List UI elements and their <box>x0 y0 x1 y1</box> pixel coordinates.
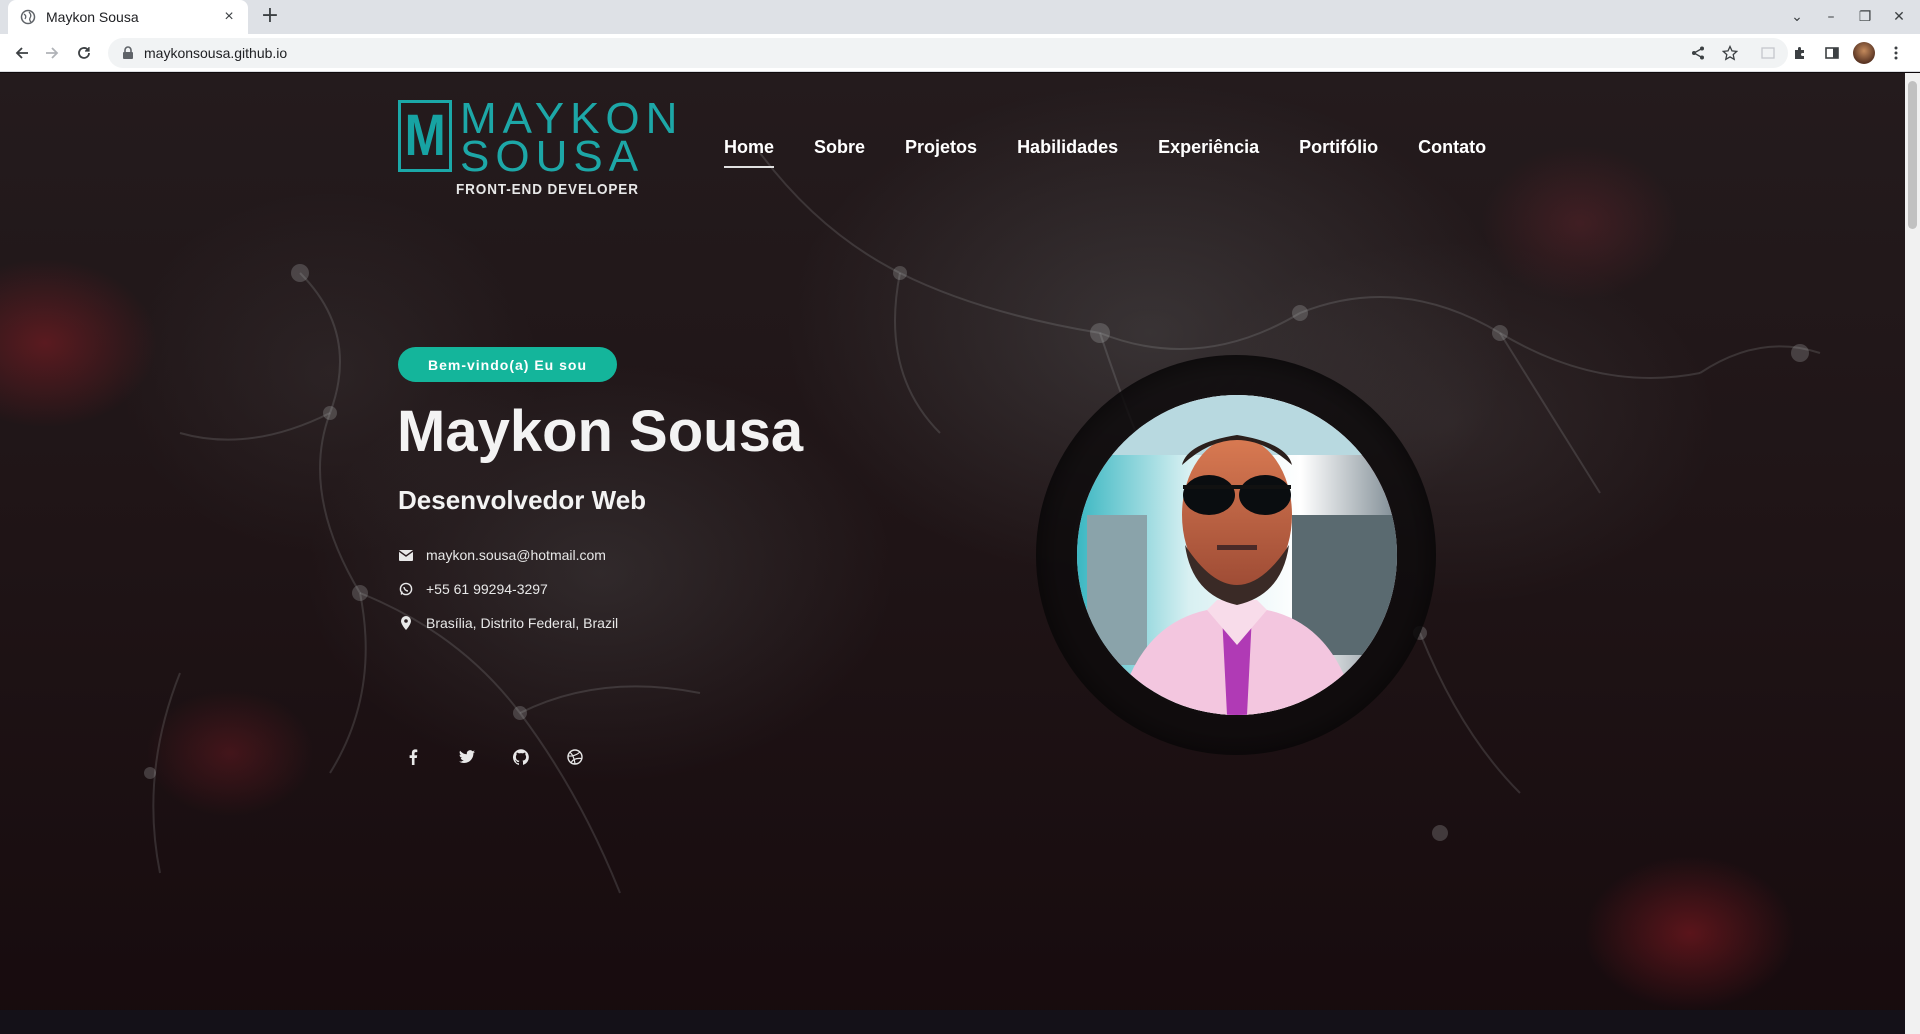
lock-icon <box>123 46 133 59</box>
logo-last-name: SOUSA <box>460 132 645 181</box>
nav-sobre[interactable]: Sobre <box>814 137 865 166</box>
social-links <box>404 748 584 766</box>
nav-experiencia[interactable]: Experiência <box>1158 137 1259 166</box>
contact-phone[interactable]: +55 61 99294-3297 <box>398 581 548 597</box>
address-bar[interactable]: maykonsousa.github.io <box>108 38 1788 68</box>
facebook-icon[interactable] <box>404 748 422 766</box>
window-controls: ⌄ – ❐ ✕ <box>1780 0 1916 34</box>
nav-projetos[interactable]: Projetos <box>905 137 977 166</box>
dribbble-icon[interactable] <box>566 748 584 766</box>
logo-mark-letter: M <box>404 103 446 168</box>
footer-strip <box>0 1010 1905 1034</box>
url-text: maykonsousa.github.io <box>144 45 288 61</box>
scrollbar-thumb[interactable] <box>1908 81 1917 229</box>
envelope-icon <box>398 547 414 563</box>
bookmark-star-icon[interactable] <box>1718 41 1742 65</box>
restore-icon[interactable]: ❐ <box>1848 9 1882 25</box>
site-logo[interactable]: M MAYKON SOUSA FRONT-END DEVELOPER <box>398 95 688 205</box>
extensions-puzzle-icon[interactable] <box>1788 41 1812 65</box>
share-icon[interactable] <box>1686 41 1710 65</box>
minimize-icon[interactable]: – <box>1814 9 1848 25</box>
profile-photo-illustration <box>1077 395 1397 715</box>
twitter-icon[interactable] <box>458 748 476 766</box>
close-window-icon[interactable]: ✕ <box>1882 9 1916 25</box>
globe-icon <box>20 9 36 25</box>
arrow-right-icon <box>46 47 59 59</box>
reload-button[interactable] <box>72 41 96 65</box>
whatsapp-icon <box>398 581 414 597</box>
kebab-menu-icon[interactable] <box>1884 41 1908 65</box>
page-scrollbar[interactable] <box>1905 73 1920 1034</box>
hero-role: Desenvolvedor Web <box>398 485 647 515</box>
browser-tab[interactable]: Maykon Sousa × <box>8 0 248 34</box>
nav-home[interactable]: Home <box>724 137 775 168</box>
logo-mark: M <box>398 100 452 172</box>
background-neuron-texture <box>144 152 1821 894</box>
browser-toolbar: maykonsousa.github.io <box>0 34 1920 72</box>
browser-tab-strip: Maykon Sousa × + ⌄ – ❐ ✕ <box>0 0 1920 34</box>
nav-habilidades[interactable]: Habilidades <box>1017 137 1118 166</box>
github-icon[interactable] <box>512 748 530 766</box>
contact-location: Brasília, Distrito Federal, Brazil <box>398 615 618 631</box>
welcome-badge: Bem-vindo(a) Eu sou <box>398 347 618 382</box>
main-nav: Home Sobre Projetos Habilidades Experiên… <box>724 137 1486 168</box>
hero-name: Maykon Sousa <box>397 399 804 464</box>
side-panel-icon[interactable] <box>1820 41 1844 65</box>
email-text: maykon.sousa@hotmail.com <box>426 547 606 563</box>
contact-email[interactable]: maykon.sousa@hotmail.com <box>398 547 606 563</box>
profile-photo <box>1077 395 1397 715</box>
tab-search-icon[interactable]: ⌄ <box>1780 9 1814 25</box>
browser-extensions <box>1756 41 1908 65</box>
arrow-left-icon <box>15 47 28 59</box>
back-button[interactable] <box>10 41 34 65</box>
forward-button[interactable] <box>40 41 64 65</box>
map-pin-icon <box>398 615 414 631</box>
page-viewport: M MAYKON SOUSA FRONT-END DEVELOPER Home … <box>0 73 1905 1034</box>
new-tab-button[interactable]: + <box>258 5 282 29</box>
reload-icon <box>78 47 90 59</box>
phone-text: +55 61 99294-3297 <box>426 581 548 597</box>
logo-tagline: FRONT-END DEVELOPER <box>456 181 639 198</box>
nav-portifolio[interactable]: Portifólio <box>1299 137 1378 166</box>
tab-close-icon[interactable]: × <box>220 8 238 26</box>
profile-avatar[interactable] <box>1852 41 1876 65</box>
extension-placeholder-icon[interactable] <box>1756 41 1780 65</box>
omnibox-actions <box>1686 41 1742 65</box>
tab-title: Maykon Sousa <box>46 9 139 25</box>
nav-contato[interactable]: Contato <box>1418 137 1486 166</box>
location-text: Brasília, Distrito Federal, Brazil <box>426 615 619 631</box>
